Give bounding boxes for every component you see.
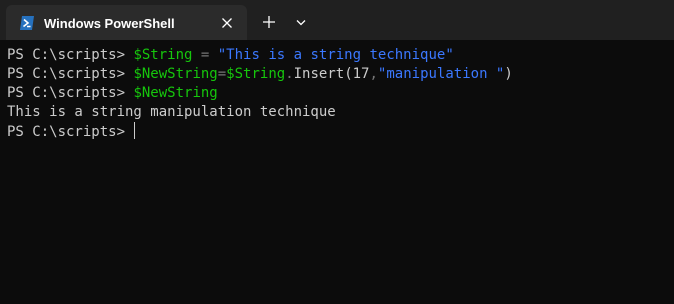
tab-windows-powershell[interactable]: Windows PowerShell xyxy=(6,5,247,40)
powershell-icon xyxy=(20,16,34,30)
text-cursor xyxy=(134,122,136,139)
terminal-window: Windows PowerShell PS C:\scripts> $Strin… xyxy=(0,0,674,304)
terminal-content[interactable]: PS C:\scripts> $String = "This is a stri… xyxy=(0,40,674,304)
string-token: "manipulation " xyxy=(377,66,505,82)
paren-token: ) xyxy=(504,66,513,82)
plus-icon[interactable] xyxy=(259,12,279,32)
prompt: PS C:\scripts> xyxy=(7,124,134,140)
tab-bar: Windows PowerShell xyxy=(0,0,674,40)
command-output: This is a string manipulation technique xyxy=(7,104,336,120)
string-token: "This is a string technique" xyxy=(217,47,454,63)
terminal-line: PS C:\scripts> $NewString xyxy=(7,84,218,103)
variable-token: $NewString xyxy=(133,66,218,82)
chevron-down-icon[interactable] xyxy=(292,13,310,31)
operator-token: . xyxy=(285,66,294,82)
variable-token: $NewString xyxy=(133,85,218,101)
close-icon[interactable] xyxy=(218,14,236,32)
operator-token: = xyxy=(217,66,227,82)
prompt: PS C:\scripts> xyxy=(7,66,134,82)
prompt: PS C:\scripts> xyxy=(7,47,134,63)
tab-title: Windows PowerShell xyxy=(44,16,175,31)
terminal-line: PS C:\scripts> $NewString=$String.Insert… xyxy=(7,65,513,84)
terminal-output-line: This is a string manipulation technique xyxy=(7,103,336,122)
variable-token: $String xyxy=(226,66,286,82)
method-token: Insert(17 xyxy=(293,66,370,82)
terminal-line: PS C:\scripts> xyxy=(7,122,136,141)
terminal-line: PS C:\scripts> $String = "This is a stri… xyxy=(7,46,454,65)
comma-token: , xyxy=(369,66,378,82)
prompt: PS C:\scripts> xyxy=(7,85,134,101)
variable-token: $String xyxy=(133,47,193,63)
operator-token: = xyxy=(192,47,218,63)
